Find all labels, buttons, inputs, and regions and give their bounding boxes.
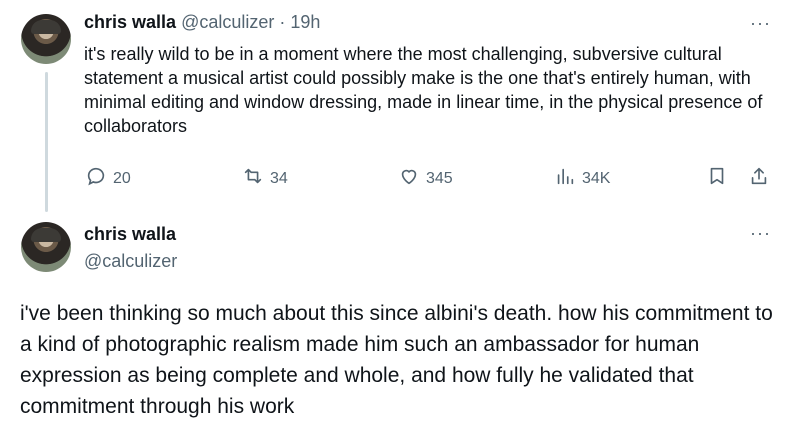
views-icon (554, 165, 576, 192)
avatar[interactable] (21, 14, 71, 64)
views-button[interactable]: 34K (554, 165, 610, 192)
reply-count: 20 (113, 169, 131, 187)
like-count: 345 (426, 169, 453, 187)
bookmark-button[interactable] (706, 165, 728, 192)
share-icon (748, 165, 770, 192)
tweet-timestamp[interactable]: 19h (290, 12, 320, 32)
author-name[interactable]: chris walla (84, 224, 176, 245)
header-separator: · (279, 12, 286, 32)
repost-count: 34 (270, 169, 288, 187)
share-button[interactable] (748, 165, 770, 192)
reply-icon (85, 165, 107, 192)
more-icon[interactable]: ··· (750, 14, 771, 32)
author-handle[interactable]: @calculizer (181, 12, 274, 32)
author-name[interactable]: chris walla (84, 12, 176, 32)
tweet-text: it's really wild to be in a moment where… (84, 44, 763, 136)
like-button[interactable]: 345 (398, 165, 453, 192)
reply-button[interactable]: 20 (85, 165, 131, 192)
repost-icon (242, 165, 264, 192)
like-icon (398, 165, 420, 192)
tweet-actions: 20 34 345 34K (0, 165, 790, 193)
repost-button[interactable]: 34 (242, 165, 288, 192)
tweet-header: chris walla @calculizer · 19h (84, 12, 320, 33)
more-icon[interactable]: ··· (750, 224, 771, 242)
author-handle[interactable]: @calculizer (84, 251, 177, 272)
bookmark-icon (706, 165, 728, 192)
avatar[interactable] (21, 222, 71, 272)
tweet-text: i've been thinking so much about this si… (20, 302, 773, 418)
views-count: 34K (582, 169, 611, 187)
